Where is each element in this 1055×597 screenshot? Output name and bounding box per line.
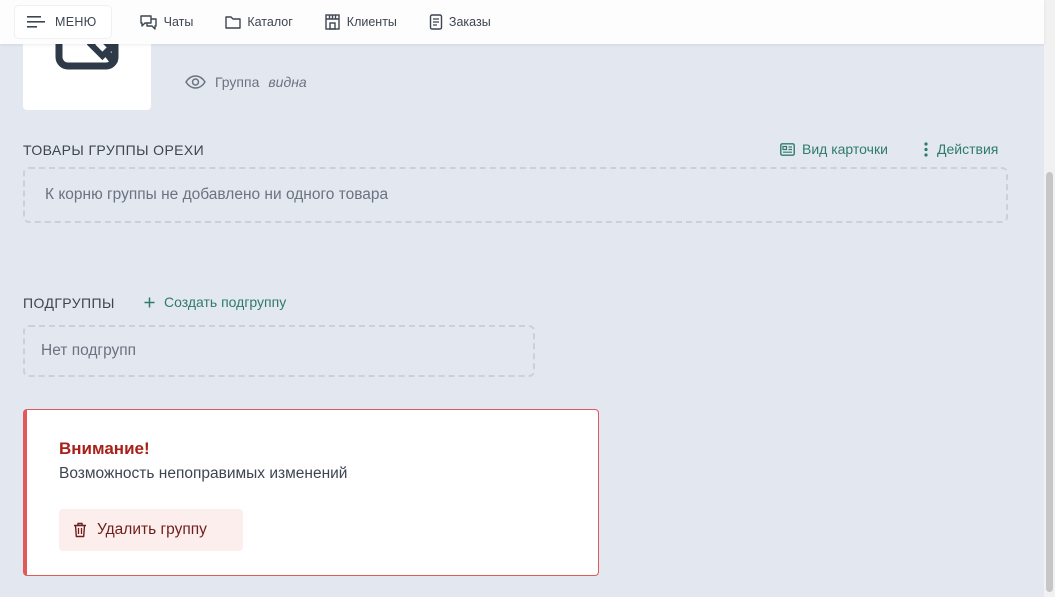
- nav-item-label: Клиенты: [346, 15, 397, 29]
- delete-group-label: Удалить группу: [97, 521, 207, 538]
- folder-icon: [225, 16, 242, 29]
- hamburger-icon: [27, 16, 45, 28]
- plus-icon: [144, 297, 155, 307]
- scrollbar-thumb[interactable]: [1046, 172, 1053, 592]
- card-view-button[interactable]: Вид карточки: [780, 141, 888, 157]
- kebab-menu-icon: [924, 141, 928, 157]
- delete-group-button[interactable]: Удалить группу: [59, 509, 243, 551]
- eye-icon: [185, 75, 206, 89]
- nav-item-label: Заказы: [448, 15, 491, 29]
- document-icon: [429, 14, 443, 30]
- products-empty-text: К корню группы не добавлено ни одного то…: [45, 186, 389, 203]
- create-subgroup-label: Создать подгруппу: [164, 294, 287, 310]
- menu-button[interactable]: МЕНЮ: [15, 6, 111, 38]
- nav-item-clients[interactable]: Клиенты: [324, 14, 397, 30]
- products-section-title: ТОВАРЫ ГРУППЫ ОРЕХИ: [23, 142, 205, 158]
- menu-label: МЕНЮ: [55, 15, 97, 29]
- nav-item-catalog[interactable]: Каталог: [225, 15, 293, 29]
- danger-zone-card: Внимание! Возможность непоправимых измен…: [23, 409, 599, 576]
- subgroups-empty-box: Нет подгрупп: [23, 325, 535, 377]
- nav-item-chats[interactable]: Чаты: [139, 14, 194, 31]
- warning-title: Внимание!: [59, 439, 150, 458]
- products-empty-box: К корню группы не добавлено ни одного то…: [23, 167, 1008, 223]
- nav-item-label: Каталог: [247, 15, 293, 29]
- subgroups-section-title: ПОДГРУППЫ: [23, 295, 115, 311]
- chat-icon: [139, 14, 157, 30]
- warning-text: Возможность непоправимых изменений: [59, 465, 348, 482]
- actions-label: Действия: [937, 141, 999, 157]
- visibility-value: видна: [268, 74, 307, 90]
- nav-item-label: Чаты: [163, 15, 194, 29]
- group-visibility: Группа видна: [185, 74, 307, 90]
- store-icon: [325, 14, 340, 30]
- card-view-label: Вид карточки: [802, 141, 888, 157]
- actions-button[interactable]: Действия: [924, 141, 998, 157]
- nav-item-orders[interactable]: Заказы: [429, 14, 491, 30]
- subgroups-empty-text: Нет подгрупп: [41, 342, 137, 359]
- trash-icon: [74, 522, 86, 538]
- card-icon: [780, 142, 795, 156]
- scrollbar[interactable]: [1044, 0, 1055, 597]
- create-subgroup-button[interactable]: Создать подгруппу: [144, 294, 286, 310]
- visibility-label: Группа: [215, 74, 260, 90]
- top-nav: МЕНЮ Чаты Каталог Клиенты Заказы: [0, 0, 1044, 44]
